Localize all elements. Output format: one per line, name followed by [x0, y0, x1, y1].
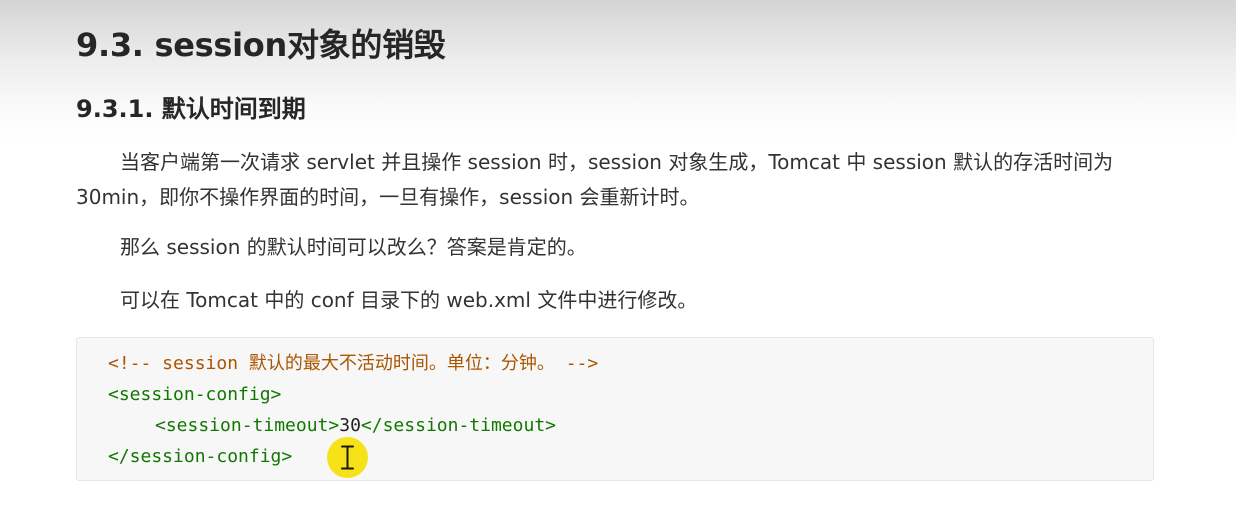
paragraph-config-location: 可以在 Tomcat 中的 conf 目录下的 web.xml 文件中进行修改。 — [120, 288, 698, 312]
code-session-config-close: </session-config> — [108, 446, 293, 467]
section-title: 9.3. session对象的销毁 — [76, 26, 446, 64]
paragraph-question: 那么 session 的默认时间可以改么？答案是肯定的。 — [120, 235, 587, 259]
subsection-title: 9.3.1. 默认时间到期 — [76, 95, 306, 123]
code-timeout-value: 30 — [339, 415, 361, 436]
code-session-timeout-line: <session-timeout>30</session-timeout> — [155, 410, 556, 441]
code-timeout-open-tag: <session-timeout> — [155, 415, 340, 436]
cursor-highlight — [327, 437, 368, 478]
code-session-config-open: <session-config> — [108, 384, 282, 405]
paragraph-session-lifetime: 当客户端第一次请求 servlet 并且操作 session 时，session… — [76, 150, 1114, 209]
code-block[interactable]: <!-- session 默认的最大不活动时间。单位：分钟。 --> <sess… — [76, 337, 1154, 481]
code-timeout-close-tag: </session-timeout> — [360, 415, 556, 436]
text-cursor-icon — [341, 445, 354, 470]
code-comment: <!-- session 默认的最大不活动时间。单位：分钟。 --> — [108, 353, 599, 374]
